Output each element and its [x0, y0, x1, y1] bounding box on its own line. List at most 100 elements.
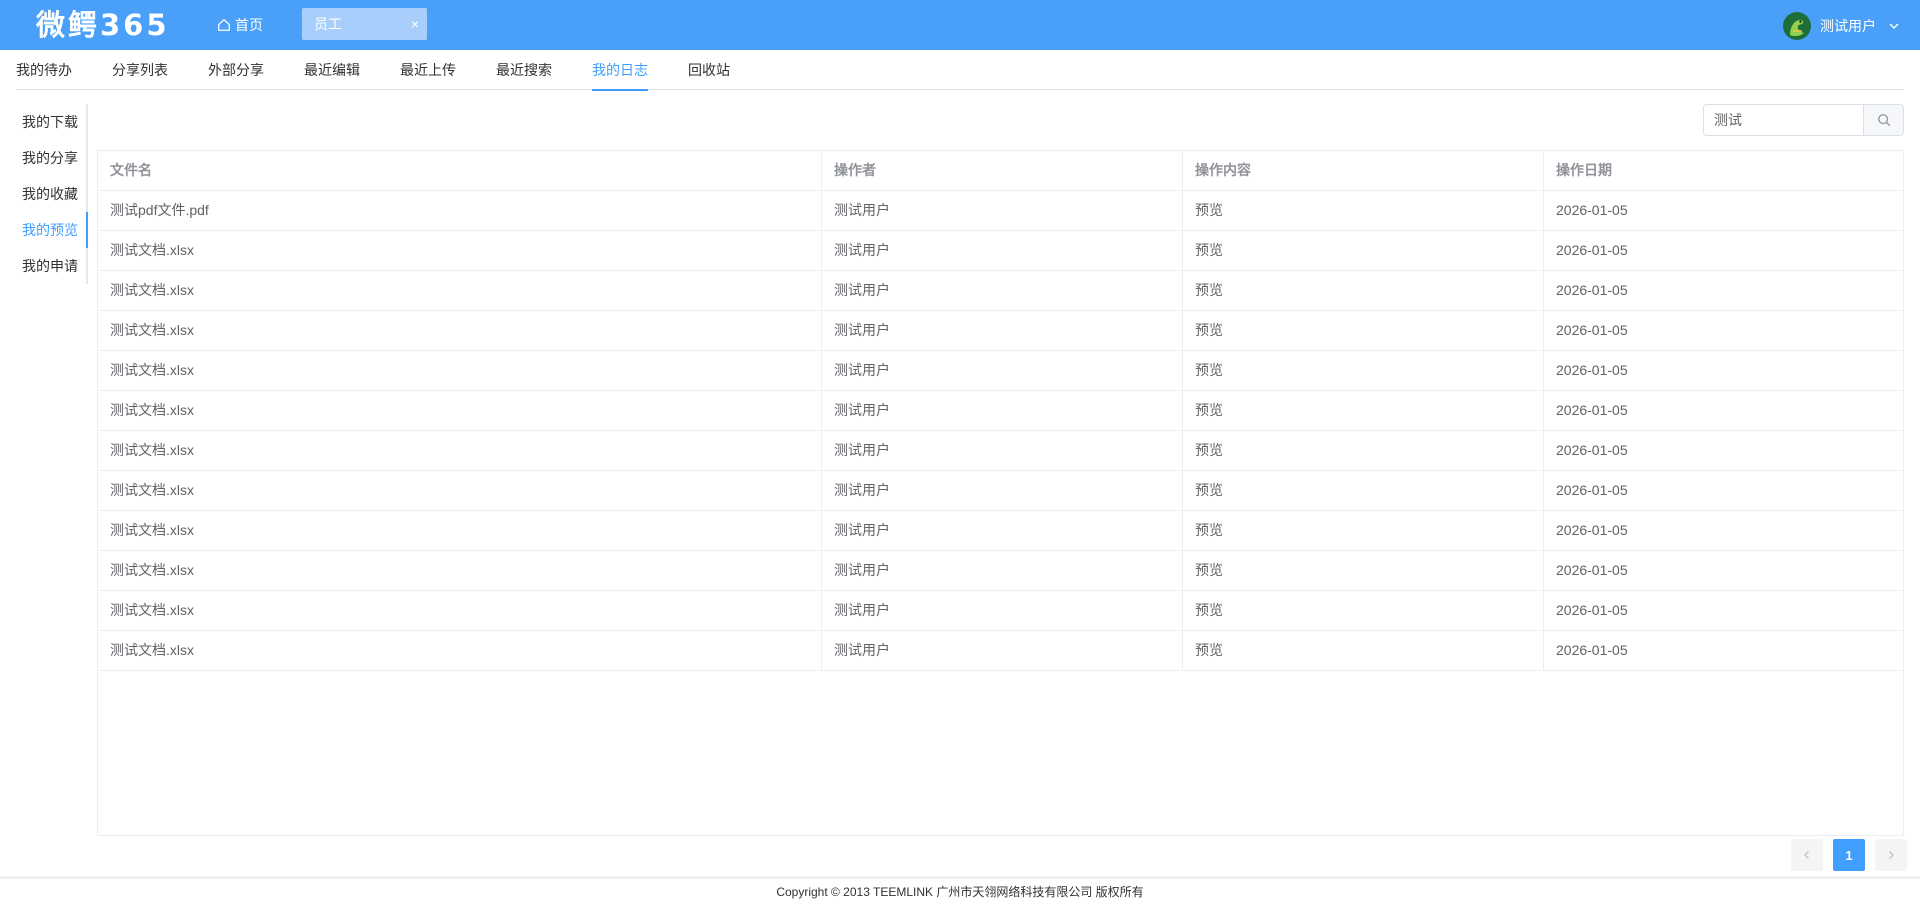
- table-cell: 测试用户: [822, 631, 1183, 670]
- tab-3[interactable]: 最近编辑: [304, 50, 360, 90]
- table-cell: 测试用户: [822, 311, 1183, 350]
- table-cell: 2026-01-05: [1556, 362, 1628, 378]
- table-row[interactable]: 测试文档.xlsx 测试用户 预览 2026-01-05: [98, 471, 1903, 511]
- table-cell: 2026-01-05: [1556, 242, 1628, 258]
- log-table: 文件名 操作者 操作内容 操作日期 测试pdf文件.pdf 测试用户 预览 2026-01-…: [97, 150, 1904, 836]
- chevron-right-icon: [1889, 851, 1894, 859]
- table-row[interactable]: 测试文档.xlsx 测试用户 预览 2026-01-05: [98, 231, 1903, 271]
- chevron-left-icon: [1804, 851, 1809, 859]
- table-cell: 2026-01-05: [1556, 322, 1628, 338]
- table-cell: 测试用户: [822, 351, 1183, 390]
- column-header: 操作者: [822, 151, 1183, 190]
- side-menu-item[interactable]: 我的申请: [12, 248, 86, 284]
- table-row[interactable]: 测试文档.xlsx 测试用户 预览 2026-01-05: [98, 591, 1903, 631]
- table-cell: 测试用户: [822, 191, 1183, 230]
- table-row[interactable]: 测试pdf文件.pdf 测试用户 预览 2026-01-05: [98, 191, 1903, 231]
- table-row[interactable]: 测试文档.xlsx 测试用户 预览 2026-01-05: [98, 551, 1903, 591]
- search-icon: [1877, 114, 1890, 127]
- user-menu[interactable]: 测试用户: [1782, 11, 1900, 41]
- table-cell: 测试用户: [822, 391, 1183, 430]
- tab-0[interactable]: 我的待办: [16, 50, 72, 90]
- table-row[interactable]: 测试文档.xlsx 测试用户 预览 2026-01-05: [98, 271, 1903, 311]
- tab-1[interactable]: 分享列表: [112, 50, 168, 90]
- table-cell: 2026-01-05: [1556, 602, 1628, 618]
- table-cell: 2026-01-05: [1556, 442, 1628, 458]
- table-cell: 测试pdf文件.pdf: [98, 191, 822, 230]
- table-cell: 测试用户: [822, 231, 1183, 270]
- tab-employee-label: 员工: [314, 16, 342, 32]
- table-cell: 测试文档.xlsx: [98, 551, 822, 590]
- tab-employee[interactable]: 员工 ×: [302, 8, 427, 40]
- table-cell: 2026-01-05: [1556, 642, 1628, 658]
- table-cell: 测试用户: [822, 511, 1183, 550]
- side-menu-item[interactable]: 我的预览: [12, 212, 88, 248]
- side-menu-item[interactable]: 我的下载: [12, 104, 86, 140]
- table-cell: 2026-01-05: [1556, 482, 1628, 498]
- table-cell: 测试文档.xlsx: [98, 511, 822, 550]
- side-menu-item[interactable]: 我的收藏: [12, 176, 86, 212]
- table-cell: 预览: [1183, 551, 1544, 590]
- table-row[interactable]: 测试文档.xlsx 测试用户 预览 2026-01-05: [98, 431, 1903, 471]
- table-cell: 测试文档.xlsx: [98, 631, 822, 670]
- table-row[interactable]: 测试文档.xlsx 测试用户 预览 2026-01-05: [98, 631, 1903, 671]
- tab-5[interactable]: 最近搜索: [496, 50, 552, 90]
- search-button[interactable]: [1863, 105, 1903, 135]
- table-cell: 2026-01-05: [1556, 562, 1628, 578]
- table-cell: 2026-01-05: [1556, 402, 1628, 418]
- table-cell: 预览: [1183, 271, 1544, 310]
- footer: Copyright © 2013 TEEMLINK 广州市天翎网络科技有限公司 …: [0, 876, 1920, 910]
- table-cell: 测试用户: [822, 271, 1183, 310]
- tab-2[interactable]: 外部分享: [208, 50, 264, 90]
- table-cell: 预览: [1183, 431, 1544, 470]
- table-cell: 预览: [1183, 191, 1544, 230]
- table-cell: 测试用户: [822, 471, 1183, 510]
- table-cell: 测试用户: [822, 431, 1183, 470]
- table-row[interactable]: 测试文档.xlsx 测试用户 预览 2026-01-05: [98, 351, 1903, 391]
- table-cell: 测试文档.xlsx: [98, 591, 822, 630]
- table-cell: 预览: [1183, 591, 1544, 630]
- top-header: 微鳄365 首页 员工 × 测试用户: [0, 0, 1920, 50]
- column-header: 文件名: [98, 151, 822, 190]
- close-icon[interactable]: ×: [411, 8, 419, 40]
- table-cell: 测试文档.xlsx: [98, 391, 822, 430]
- table-cell: 2026-01-05: [1556, 202, 1628, 218]
- table-cell: 2026-01-05: [1556, 522, 1628, 538]
- table-cell: 预览: [1183, 631, 1544, 670]
- column-header: 操作日期: [1556, 162, 1612, 178]
- table-cell: 预览: [1183, 471, 1544, 510]
- avatar: [1783, 12, 1811, 40]
- table-header-row: 文件名 操作者 操作内容 操作日期: [98, 151, 1903, 191]
- table-row[interactable]: 测试文档.xlsx 测试用户 预览 2026-01-05: [98, 391, 1903, 431]
- table-cell: 2026-01-05: [1556, 282, 1628, 298]
- tab-4[interactable]: 最近上传: [400, 50, 456, 90]
- table-cell: 测试文档.xlsx: [98, 311, 822, 350]
- chevron-down-icon: [1889, 23, 1899, 29]
- table-cell: 测试文档.xlsx: [98, 471, 822, 510]
- table-cell: 预览: [1183, 391, 1544, 430]
- main-tabs: 我的待办 分享列表 外部分享 最近编辑 最近上传 最近搜索 我的日志 回收站: [16, 50, 1904, 91]
- tab-6[interactable]: 我的日志: [592, 50, 648, 91]
- table-cell: 预览: [1183, 311, 1544, 350]
- prev-page-button[interactable]: [1791, 839, 1823, 871]
- table-cell: 测试文档.xlsx: [98, 231, 822, 270]
- table-row[interactable]: 测试文档.xlsx 测试用户 预览 2026-01-05: [98, 511, 1903, 551]
- page-number[interactable]: 1: [1833, 839, 1865, 871]
- home-link[interactable]: 首页: [217, 14, 263, 36]
- table-row[interactable]: 测试文档.xlsx 测试用户 预览 2026-01-05: [98, 311, 1903, 351]
- table-cell: 预览: [1183, 231, 1544, 270]
- search-box: [1703, 104, 1904, 136]
- table-cell: 测试文档.xlsx: [98, 431, 822, 470]
- home-icon: [218, 18, 230, 31]
- column-header: 操作内容: [1183, 151, 1544, 190]
- table-cell: 测试用户: [822, 591, 1183, 630]
- table-body: 测试pdf文件.pdf 测试用户 预览 2026-01-05 测试文档.xlsx 测试用户…: [98, 191, 1903, 671]
- copyright-text: Copyright © 2013 TEEMLINK 广州市天翎网络科技有限公司 …: [776, 885, 1144, 899]
- table-cell: 预览: [1183, 351, 1544, 390]
- table-cell: 测试用户: [822, 551, 1183, 590]
- app-logo[interactable]: 微鳄365: [36, 7, 170, 43]
- pagination: 1: [1791, 839, 1907, 871]
- side-menu-item[interactable]: 我的分享: [12, 140, 86, 176]
- tab-7[interactable]: 回收站: [688, 50, 730, 90]
- next-page-button[interactable]: [1875, 839, 1907, 871]
- search-input[interactable]: [1704, 105, 1863, 135]
